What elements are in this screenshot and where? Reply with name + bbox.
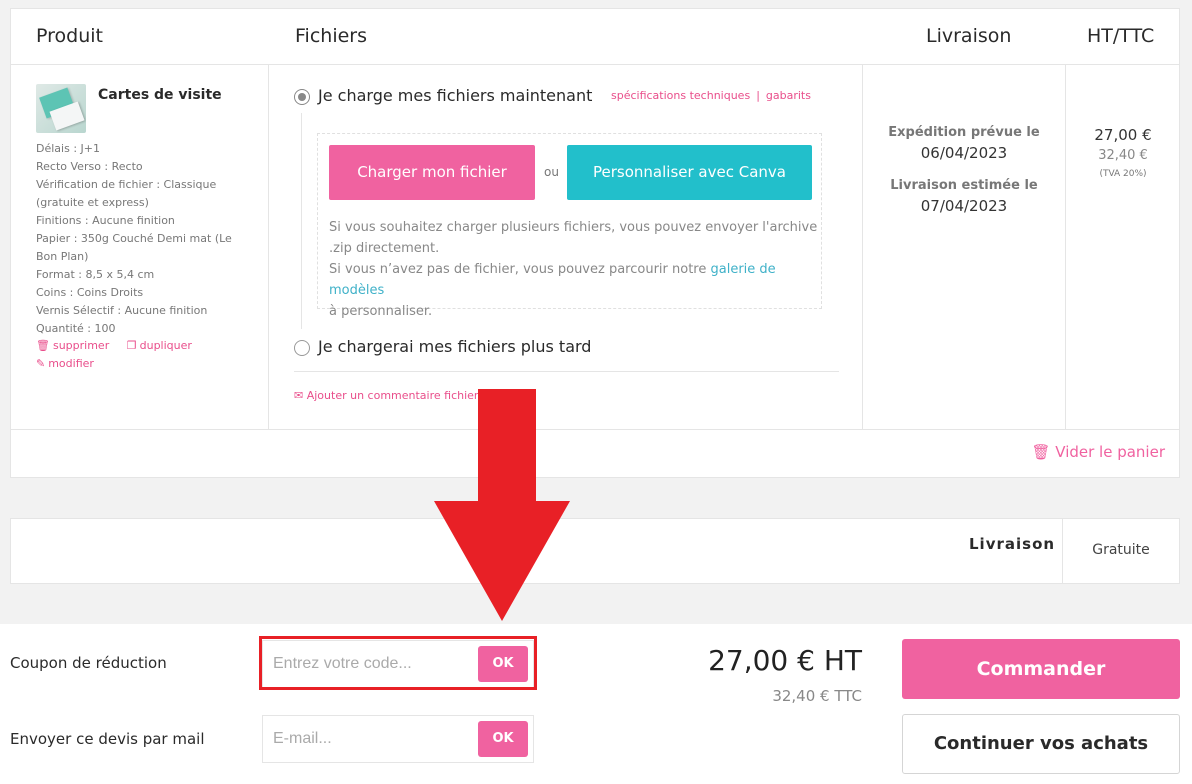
upload-info-text: Si vous souhaitez charger plusieurs fich… <box>329 220 818 319</box>
shipping-summary-value: Gratuite <box>1092 542 1150 558</box>
spec-line: Papier : 350g Couché Demi mat (Le Bon Pl… <box>36 232 232 263</box>
delete-product-link[interactable]: 🗑 supprimer <box>36 337 109 355</box>
spec-line: Coins : Coins Droits <box>36 286 144 299</box>
price-ttc: 32,40 € <box>1098 148 1148 163</box>
price-ht: 27,00 € <box>1094 126 1152 144</box>
total-ht: 27,00 € HT <box>708 644 862 677</box>
cart-table: Produit Fichiers Livraison HT/TTC Cartes… <box>10 8 1180 478</box>
templates-link[interactable]: gabarits <box>766 89 811 102</box>
highlight-box <box>259 636 537 690</box>
spec-line: Vérification de fichier : Classique (gra… <box>36 178 217 209</box>
email-ok-button[interactable]: OK <box>478 721 528 757</box>
column-divider <box>268 65 269 429</box>
total-ttc: 32,40 € TTC <box>772 687 862 705</box>
pencil-icon: ✎ <box>36 357 46 370</box>
annotation-arrow-icon <box>434 389 570 621</box>
checkout-section: Coupon de réduction OK Envoyer ce devis … <box>0 624 1192 784</box>
product-actions: 🗑 supprimer ❐ dupliquer ✎ modifier <box>36 337 246 373</box>
empty-cart-link[interactable]: 🗑 Vider le panier <box>1031 443 1165 461</box>
option-upload-now-label[interactable]: Je charge mes fichiers maintenant <box>318 86 592 105</box>
or-separator: ou <box>544 165 559 179</box>
link-separator: | <box>756 89 760 102</box>
option-connector-line <box>301 113 302 329</box>
canva-button[interactable]: Personnaliser avec Canva <box>567 145 812 200</box>
spec-line: Format : 8,5 x 5,4 cm <box>36 268 155 281</box>
spec-line: Recto Verso : Recto <box>36 160 143 173</box>
shipping-summary-row: Livraison Gratuite <box>10 518 1180 584</box>
upload-file-button[interactable]: Charger mon fichier <box>329 145 535 200</box>
shipping-date: 06/04/2023 <box>920 144 1008 162</box>
column-divider <box>862 65 863 429</box>
cart-header-row: Produit Fichiers Livraison HT/TTC <box>11 9 1179 65</box>
order-button[interactable]: Commander <box>902 639 1180 699</box>
upload-panel: Charger mon fichier ou Personnaliser ave… <box>317 133 822 319</box>
continue-shopping-button[interactable]: Continuer vos achats <box>902 714 1180 774</box>
product-thumbnail <box>36 84 86 133</box>
product-specs: Délais : J+1 Recto Verso : Recto Vérific… <box>36 140 246 338</box>
spec-line: Délais : J+1 <box>36 142 100 155</box>
vat-note: (TVA 20%) <box>1099 169 1147 179</box>
trash-icon: 🗑 <box>36 339 50 352</box>
email-quote-label: Envoyer ce devis par mail <box>10 730 205 748</box>
tech-specs-link[interactable]: spécifications techniques <box>611 89 750 102</box>
product-name: Cartes de visite <box>98 87 222 103</box>
header-files: Fichiers <box>295 25 367 47</box>
edit-product-link[interactable]: ✎ modifier <box>36 355 94 373</box>
trash-icon: 🗑 <box>1031 443 1051 461</box>
shipping-summary-label: Livraison <box>969 535 1056 553</box>
header-product: Produit <box>36 25 103 47</box>
coupon-label: Coupon de réduction <box>10 654 167 672</box>
header-price: HT/TTC <box>1087 25 1155 47</box>
shipping-label: Expédition prévue le <box>888 125 1040 140</box>
spec-links: spécifications techniques | gabarits <box>611 89 811 102</box>
files-divider <box>294 371 839 372</box>
column-divider <box>1065 65 1066 429</box>
spec-line: Vernis Sélectif : Aucune finition <box>36 304 208 317</box>
spec-line: Finitions : Aucune finition <box>36 214 175 227</box>
radio-upload-now[interactable] <box>294 89 310 105</box>
estimated-delivery-date: 07/04/2023 <box>920 197 1008 215</box>
row-divider <box>11 429 1179 430</box>
option-upload-later-label[interactable]: Je chargerai mes fichiers plus tard <box>318 337 591 356</box>
estimated-delivery-label: Livraison estimée le <box>890 178 1038 193</box>
radio-upload-later[interactable] <box>294 340 310 356</box>
email-field-group: OK <box>262 715 534 763</box>
copy-icon: ❐ <box>126 339 137 352</box>
line-price: 27,00 € 32,40 € (TVA 20%) <box>1066 126 1180 179</box>
envelope-icon: ✉ <box>294 389 304 402</box>
email-input[interactable] <box>263 716 473 762</box>
duplicate-product-link[interactable]: ❐ dupliquer <box>127 337 192 355</box>
delivery-info: Expédition prévue le 06/04/2023 Livraiso… <box>863 125 1065 215</box>
spec-line: Quantité : 100 <box>36 322 116 335</box>
header-delivery: Livraison <box>926 25 1012 47</box>
